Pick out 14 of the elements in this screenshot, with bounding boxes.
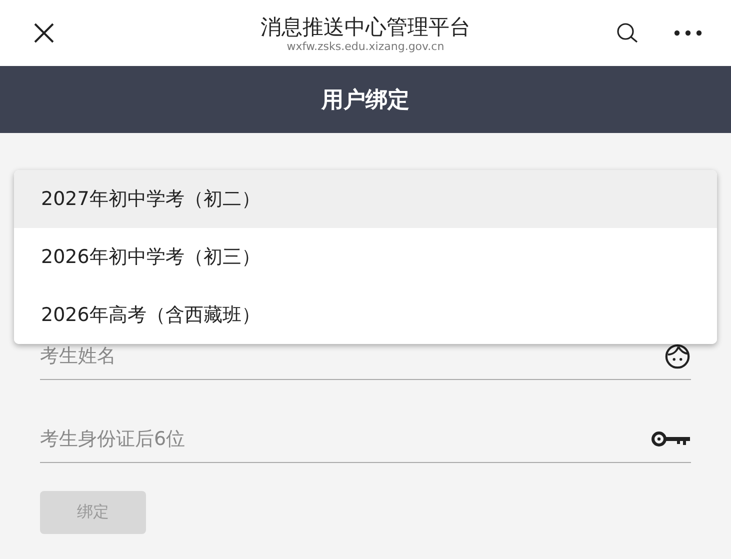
page-url: wxfw.zsks.edu.xizang.gov.cn (286, 40, 444, 53)
input-field[interactable]: 考生姓名 (40, 345, 664, 367)
close-icon[interactable] (32, 21, 56, 45)
more-icon[interactable] (673, 29, 703, 37)
search-icon[interactable] (615, 21, 639, 45)
input-field[interactable]: 考生身份证后6位 (40, 428, 651, 450)
bind-button: 绑定 (40, 491, 146, 534)
dropdown-option[interactable]: 2026年高考（含西藏班） (14, 286, 717, 344)
dropdown-option[interactable]: 2026年初中学考（初三） (14, 228, 717, 286)
page-title: 消息推送中心管理平台 (260, 14, 470, 40)
key-icon (651, 429, 691, 449)
header-title: 用户绑定 (322, 86, 410, 114)
person-icon (664, 342, 691, 370)
dropdown-option[interactable]: 2027年初中学考（初二） (14, 170, 717, 228)
